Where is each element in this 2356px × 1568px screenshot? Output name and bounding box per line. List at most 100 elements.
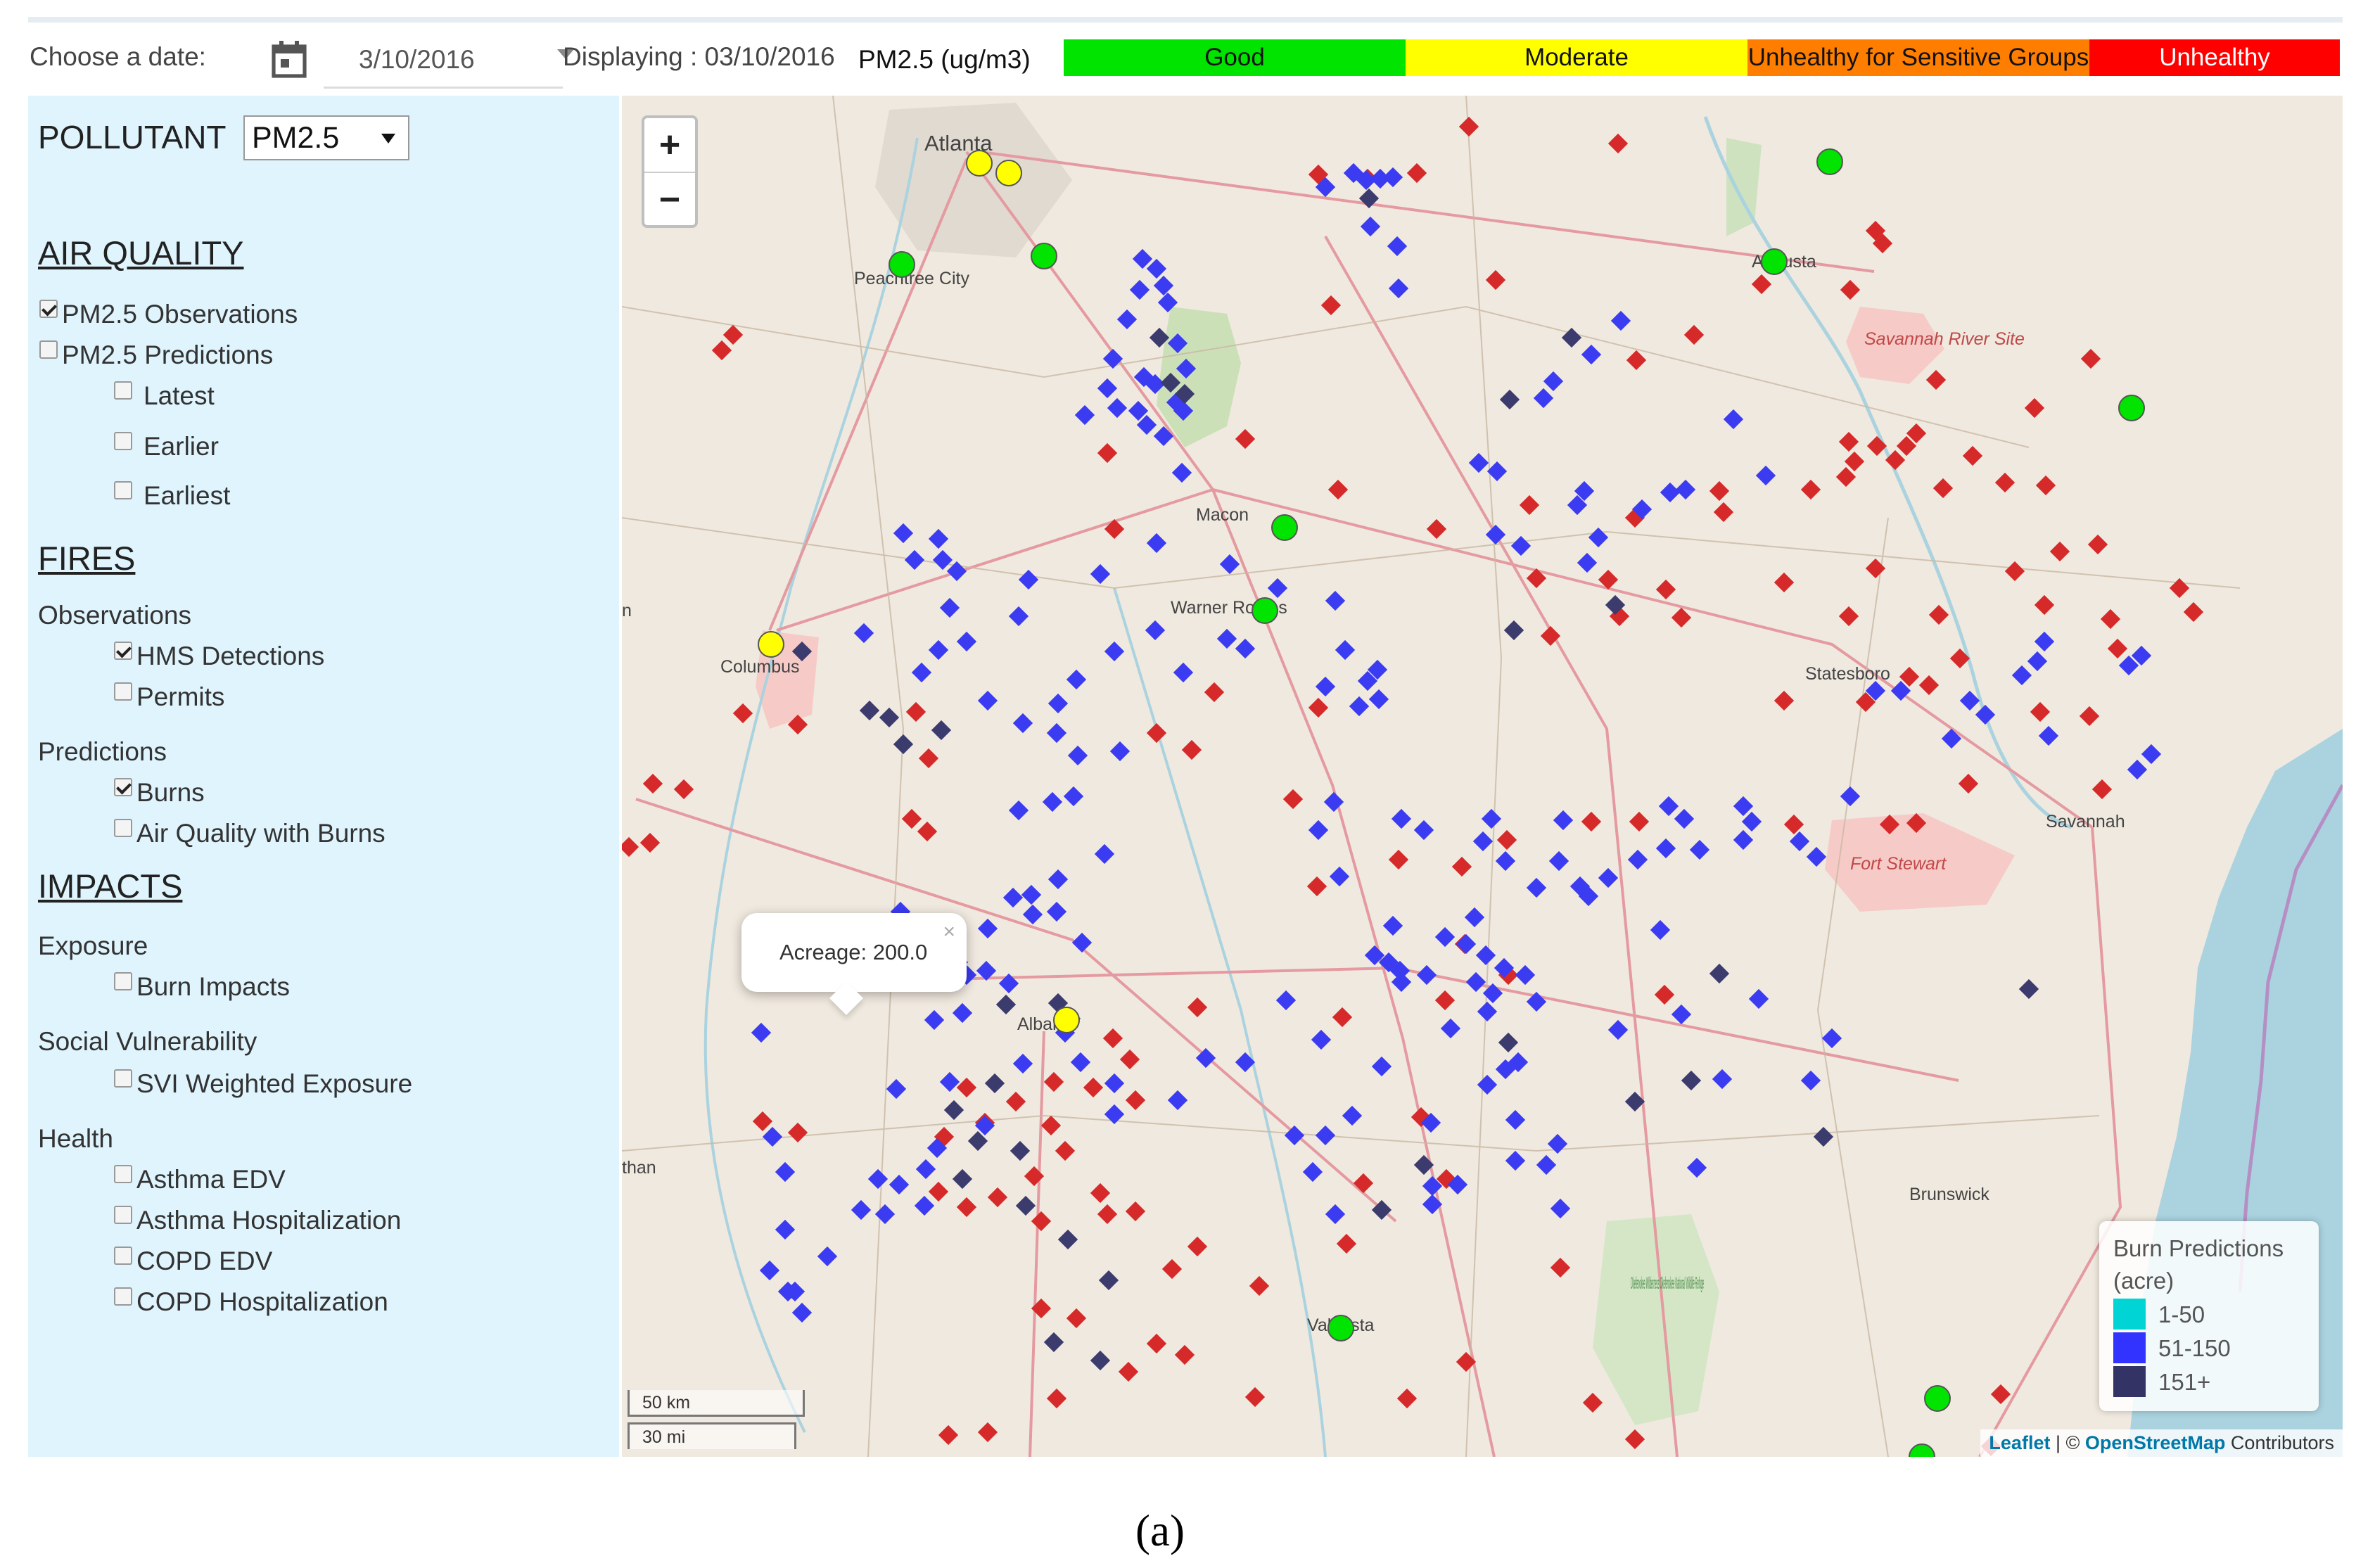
burn-prediction-marker[interactable] [1481,808,1502,829]
aq-with-burns-checkbox[interactable] [114,819,132,837]
burn-prediction-marker[interactable] [1840,786,1861,807]
hms-detection-marker[interactable] [1774,572,1795,593]
burn-prediction-marker[interactable] [952,1168,973,1190]
burn-prediction-marker[interactable] [1382,915,1403,936]
burn-prediction-marker[interactable] [1046,901,1067,922]
hms-detection-marker[interactable] [1055,1140,1076,1161]
hms-detection-marker[interactable] [987,1187,1008,1208]
leaflet-link[interactable]: Leaflet [1989,1432,2050,1453]
hms-detection-marker[interactable] [1005,1091,1026,1112]
burn-prediction-marker[interactable] [1733,829,1754,850]
burn-prediction-marker[interactable] [1712,1069,1733,1090]
hms-detection-marker[interactable] [1451,856,1472,877]
svi-exposure-checkbox[interactable] [114,1069,132,1088]
burn-prediction-marker[interactable] [1146,533,1167,554]
burn-prediction-marker[interactable] [1536,1154,1557,1175]
burn-prediction-marker[interactable] [1104,641,1125,662]
burn-prediction-marker[interactable] [1057,1229,1078,1250]
burn-prediction-marker[interactable] [1468,452,1489,473]
hms-detection-marker[interactable] [1844,451,1865,472]
burn-prediction-marker[interactable] [1066,669,1087,690]
burn-prediction-marker[interactable] [1074,404,1095,426]
burn-prediction-marker[interactable] [2141,744,2162,765]
hms-detection-marker[interactable] [1866,435,1887,457]
hms-detection-marker[interactable] [956,1197,977,1218]
burn-prediction-marker[interactable] [1063,786,1084,807]
hms-detection-marker[interactable] [1327,479,1349,500]
burn-prediction-marker[interactable] [867,1168,889,1190]
burn-prediction-marker[interactable] [1660,482,1681,503]
burn-prediction-marker[interactable] [1515,964,1536,986]
burn-prediction-marker[interactable] [1543,371,1564,392]
burn-prediction-marker[interactable] [1821,1028,1842,1049]
hms-detection-marker[interactable] [1835,466,1857,487]
burn-prediction-marker[interactable] [1308,820,1329,841]
burn-prediction-marker[interactable] [1388,278,1409,299]
hms-detection-marker[interactable] [1090,1183,1111,1204]
hms-detection-marker[interactable] [2080,348,2101,369]
hms-detection-marker[interactable] [1751,274,1772,295]
pm25-observations-checkbox[interactable] [39,300,58,318]
burn-prediction-marker[interactable] [775,1161,796,1183]
earlier-checkbox[interactable] [114,432,132,450]
pm25-observation-site[interactable] [758,631,784,658]
burn-prediction-marker[interactable] [1655,838,1676,859]
burn-prediction-marker[interactable] [1071,932,1093,953]
burn-prediction-marker[interactable] [1440,1018,1461,1039]
burn-prediction-marker[interactable] [904,549,925,571]
burn-prediction-marker[interactable] [956,631,977,652]
hms-detection-marker[interactable] [1024,1166,1045,1187]
hms-detection-marker[interactable] [1994,472,2016,493]
hms-detection-marker[interactable] [2107,638,2128,659]
burn-prediction-marker[interactable] [1588,527,1609,548]
burn-prediction-marker[interactable] [1002,887,1024,908]
burn-prediction-marker[interactable] [1709,963,1730,984]
hms-detection-marker[interactable] [1119,1049,1140,1070]
hms-detection-marker[interactable] [1040,1115,1062,1136]
burn-prediction-marker[interactable] [2011,665,2032,686]
hms-detection-marker[interactable] [1713,502,1734,523]
burn-prediction-marker[interactable] [1216,628,1237,649]
map-canvas[interactable]: Atlanta Peachtree City Augusta Savannah … [622,96,2343,1457]
hms-detection-marker[interactable] [1626,350,1647,371]
burn-prediction-marker[interactable] [1070,1052,1091,1073]
burn-prediction-marker[interactable] [1806,846,1827,867]
hms-detection-marker[interactable] [1671,607,1692,628]
burn-prediction-marker[interactable] [1325,1204,1346,1225]
pm25-observation-site[interactable] [966,150,993,177]
hms-detection-marker[interactable] [956,1077,977,1098]
burn-prediction-marker[interactable] [1173,662,1194,683]
burn-prediction-marker[interactable] [939,597,960,618]
hms-detection-marker[interactable] [977,1422,998,1443]
burn-prediction-marker[interactable] [1671,1004,1692,1025]
hms-detection-marker[interactable] [2049,541,2070,562]
burn-prediction-marker[interactable] [1043,1332,1064,1353]
asthma-hosp-checkbox[interactable] [114,1206,132,1224]
pm25-observation-site[interactable] [1053,1007,1080,1033]
date-input[interactable] [324,32,563,89]
burn-prediction-marker[interactable] [1097,378,1118,399]
burn-prediction-marker[interactable] [932,549,953,571]
burn-prediction-marker[interactable] [1145,620,1166,641]
burn-prediction-marker[interactable] [1067,745,1088,766]
burn-prediction-marker[interactable] [1302,1161,1323,1183]
burn-prediction-marker[interactable] [1607,1019,1629,1040]
burn-prediction-marker[interactable] [859,700,880,721]
hms-detection-marker[interactable] [1181,739,1202,760]
burn-prediction-marker[interactable] [1235,638,1256,659]
hms-detection-marker[interactable] [2034,594,2055,616]
hms-detection-marker[interactable] [2091,779,2113,800]
burn-prediction-marker[interactable] [1046,722,1067,744]
burn-prediction-marker[interactable] [1503,620,1524,641]
burn-prediction-marker[interactable] [1098,1270,1119,1291]
hms-detection-marker[interactable] [1336,1233,1357,1254]
hms-detection-marker[interactable] [1426,518,1447,540]
burn-prediction-marker[interactable] [775,1219,796,1240]
burn-prediction-marker[interactable] [1472,831,1494,852]
hms-detection-marker[interactable] [1654,984,1675,1005]
hms-detection-marker[interactable] [1607,133,1629,154]
burn-prediction-marker[interactable] [1090,563,1111,585]
burn-prediction-marker[interactable] [1042,791,1063,812]
burn-prediction-marker[interactable] [1975,704,1996,725]
burn-prediction-marker[interactable] [1109,741,1131,762]
